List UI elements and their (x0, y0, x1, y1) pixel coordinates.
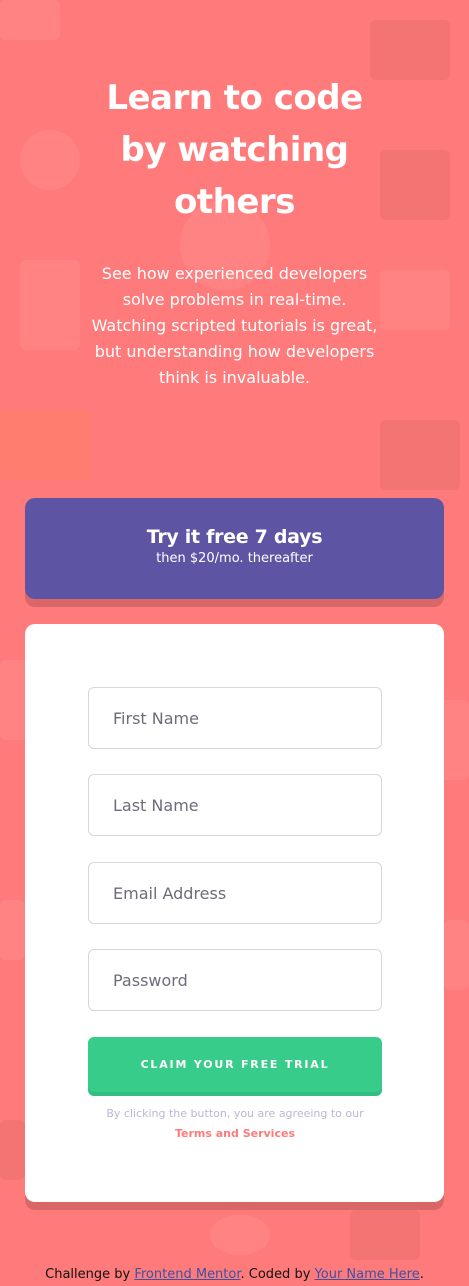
terms-notice: By clicking the button, you are agreeing… (88, 1104, 382, 1144)
frontend-mentor-link[interactable]: Frontend Mentor (134, 1267, 240, 1282)
first-name-input[interactable] (88, 687, 382, 749)
hero-section: Learn to code by watching others See how… (0, 0, 469, 391)
terms-link[interactable]: Terms and Services (175, 1127, 295, 1140)
hero-description: See how experienced developers solve pro… (91, 264, 378, 387)
last-name-input[interactable] (88, 774, 382, 836)
attribution-footer: Challenge by Frontend Mentor. Coded by Y… (0, 1266, 469, 1284)
terms-text: By clicking the button, you are agreeing… (106, 1107, 364, 1120)
footer-suffix: . (419, 1267, 424, 1282)
hero-title: Learn to code by watching others (106, 78, 363, 222)
signup-form: CLAIM YOUR FREE TRIAL By clicking the bu… (25, 624, 444, 1202)
footer-coded-text: . Coded by (240, 1267, 315, 1282)
claim-trial-button[interactable]: CLAIM YOUR FREE TRIAL (88, 1037, 382, 1092)
footer-challenge-text: Challenge by (45, 1267, 135, 1282)
promo-banner: Try it free 7 days then $20/mo. thereaft… (25, 498, 444, 599)
promo-title: Try it free 7 days (146, 526, 323, 548)
email-input[interactable] (88, 862, 382, 924)
promo-subtitle: then $20/mo. thereafter (156, 551, 313, 566)
author-link[interactable]: Your Name Here (315, 1267, 420, 1282)
password-input[interactable] (88, 949, 382, 1011)
